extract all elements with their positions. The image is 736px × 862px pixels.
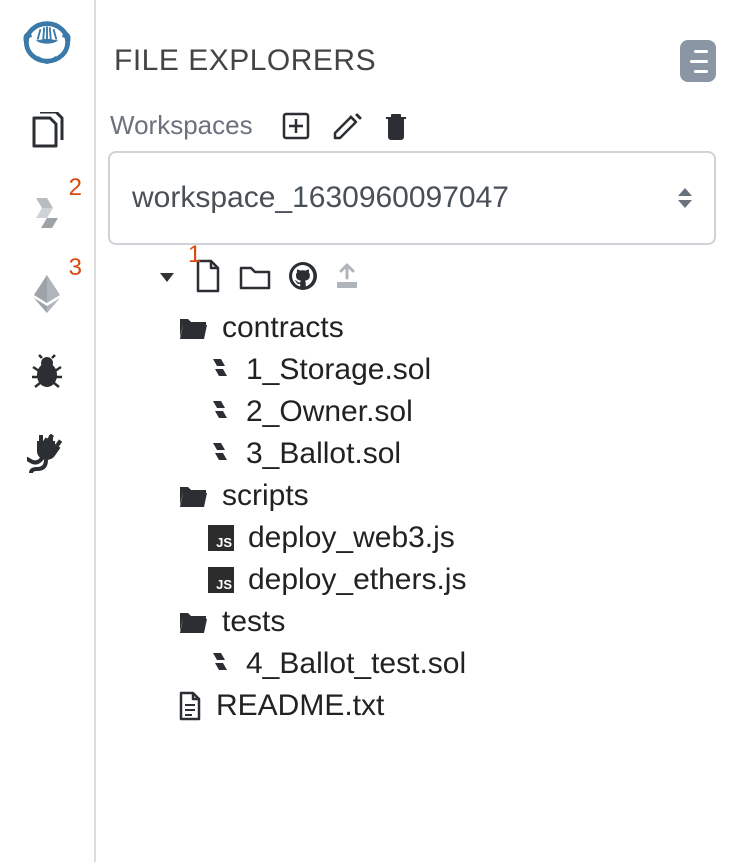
sidebar-item-deploy[interactable]: 3: [22, 268, 72, 318]
folder-open-icon: [178, 609, 208, 635]
file-deploy_web3.js[interactable]: JS deploy_web3.js: [108, 517, 716, 559]
file-toolbar: 1: [108, 259, 716, 293]
tree-item-label: README.txt: [216, 689, 384, 723]
text-file-icon: [178, 691, 202, 721]
workspace-select[interactable]: workspace_1630960097047: [108, 151, 716, 245]
rename-workspace-icon[interactable]: [331, 111, 363, 141]
solidity-icon: [28, 194, 66, 232]
sidebar-item-plugin-manager[interactable]: [22, 428, 72, 478]
tree-item-label: 3_Ballot.sol: [246, 437, 401, 471]
ethereum-icon: [27, 273, 67, 313]
solidity-file-icon: [208, 651, 232, 677]
new-folder-icon[interactable]: [238, 262, 272, 290]
select-arrows-icon: [678, 188, 692, 208]
sidebar-item-file-explorer[interactable]: [22, 108, 72, 158]
remix-logo[interactable]: [17, 18, 77, 78]
sidebar-item-debugger[interactable]: [22, 348, 72, 398]
delete-workspace-icon[interactable]: [383, 111, 409, 141]
file-2_Owner.sol[interactable]: 2_Owner.sol: [108, 391, 716, 433]
solidity-file-icon: [208, 399, 232, 425]
bug-icon: [27, 353, 67, 393]
tree-item-label: 4_Ballot_test.sol: [246, 647, 466, 681]
solidity-file-icon: [208, 357, 232, 383]
file-README.txt[interactable]: README.txt: [108, 685, 716, 727]
folder-open-icon: [178, 483, 208, 509]
deploy-badge: 3: [69, 254, 82, 282]
compiler-badge: 2: [69, 174, 82, 202]
tree-item-label: 1_Storage.sol: [246, 353, 431, 387]
js-file-icon: JS: [208, 525, 234, 551]
solidity-file-icon: [208, 441, 232, 467]
js-file-icon: JS: [208, 567, 234, 593]
panel-title: FILE EXPLORERS: [114, 44, 376, 78]
workspace-name: workspace_1630960097047: [132, 181, 509, 215]
folder-tests[interactable]: tests: [108, 601, 716, 643]
github-icon[interactable]: [288, 261, 318, 291]
folder-scripts[interactable]: scripts: [108, 475, 716, 517]
folder-contracts[interactable]: contracts: [108, 307, 716, 349]
tree-item-label: scripts: [222, 479, 309, 513]
sidebar: 2 3: [0, 0, 96, 862]
workspaces-label: Workspaces: [110, 110, 253, 141]
file-3_Ballot.sol[interactable]: 3_Ballot.sol: [108, 433, 716, 475]
file-explorer-panel: FILE EXPLORERS Workspaces: [96, 0, 736, 862]
file-4_Ballot_test.sol[interactable]: 4_Ballot_test.sol: [108, 643, 716, 685]
tree-item-label: deploy_ethers.js: [248, 563, 466, 597]
file-1_Storage.sol[interactable]: 1_Storage.sol: [108, 349, 716, 391]
create-workspace-icon[interactable]: [281, 111, 311, 141]
tree-item-label: deploy_web3.js: [248, 521, 455, 555]
tree-item-label: contracts: [222, 311, 344, 345]
upload-icon[interactable]: [334, 262, 360, 290]
tree-item-label: tests: [222, 605, 285, 639]
plug-icon: [27, 433, 67, 473]
toolbar-badge: 1: [188, 241, 201, 269]
file-tree: contracts 1_Storage.sol 2_Owner.sol 3_Ballo…: [108, 307, 716, 727]
collapse-caret-icon[interactable]: [160, 273, 174, 282]
file-deploy_ethers.js[interactable]: JS deploy_ethers.js: [108, 559, 716, 601]
sidebar-item-compiler[interactable]: 2: [22, 188, 72, 238]
tree-item-label: 2_Owner.sol: [246, 395, 413, 429]
folder-open-icon: [178, 315, 208, 341]
files-icon: [26, 112, 68, 154]
panel-toggle-button[interactable]: [680, 40, 716, 82]
